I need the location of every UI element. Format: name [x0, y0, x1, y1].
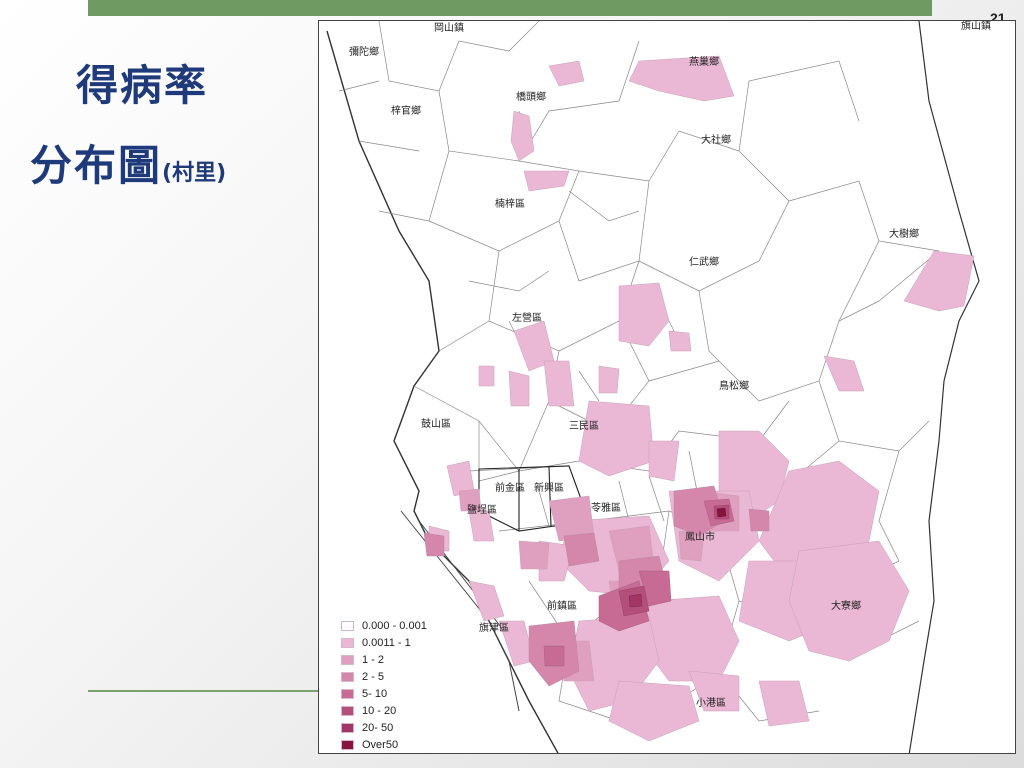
legend-swatch	[341, 637, 354, 648]
district-label: 前鎮區	[547, 599, 577, 612]
legend-label: 2 - 5	[362, 670, 385, 683]
top-accent-bar	[88, 0, 932, 16]
bottom-accent-rule	[88, 690, 328, 692]
district-label: 鹽埕區	[467, 503, 497, 516]
legend-swatch	[341, 688, 354, 699]
district-label: 彌陀鄉	[349, 45, 379, 58]
legend-item: 1 - 2	[341, 651, 427, 668]
legend-swatch	[341, 620, 354, 631]
legend-item: 0.000 - 0.001	[341, 617, 427, 634]
legend-item: 2 - 5	[341, 668, 427, 685]
title-suffix: (村里)	[162, 161, 227, 186]
district-label: 鼓山區	[421, 417, 451, 430]
district-label: 旗津區	[479, 621, 509, 634]
legend-label: 5- 10	[362, 687, 388, 700]
district-label: 楠梓區	[495, 197, 525, 210]
district-label: 新興區	[534, 481, 564, 494]
choropleth-map: 岡山鎮 旗山鎮 彌陀鄉 燕巢鄉 橋頭鄉 梓官鄉 大社鄉 楠梓區 大樹鄉 仁武鄉 …	[318, 20, 1016, 754]
legend-item: 20- 50	[341, 719, 427, 736]
district-label: 小港區	[696, 697, 726, 709]
district-label: 梓官鄉	[391, 104, 421, 117]
district-label: 大樹鄉	[889, 227, 919, 240]
title-line-2: 分布圖(村里)	[30, 132, 226, 193]
district-label: 三民區	[569, 420, 599, 432]
map-legend: 0.000 - 0.001 0.0011 - 1 1 - 2 2 - 5 5- …	[341, 617, 427, 753]
legend-swatch	[341, 722, 354, 733]
district-label: 岡山鎮	[434, 21, 464, 34]
legend-label: 0.000 - 0.001	[362, 619, 427, 632]
district-label: 左營區	[512, 311, 542, 324]
legend-item: 5- 10	[341, 685, 427, 702]
district-label: 前金區	[495, 481, 525, 494]
legend-label: 0.0011 - 1	[362, 636, 411, 649]
title-line-1: 得病率	[76, 61, 209, 110]
legend-label: 1 - 2	[362, 653, 385, 666]
district-label: 旗山鎮	[961, 21, 991, 32]
district-label: 燕巢鄉	[689, 55, 719, 68]
legend-label: Over50	[362, 738, 399, 751]
district-label: 仁武鄉	[689, 255, 719, 268]
legend-label: 20- 50	[362, 721, 394, 734]
district-label: 大社鄉	[701, 133, 731, 146]
legend-swatch	[341, 705, 354, 716]
legend-swatch	[341, 654, 354, 665]
legend-swatch	[341, 739, 354, 750]
legend-item: Over50	[341, 736, 427, 753]
legend-item: 10 - 20	[341, 702, 427, 719]
district-label: 大寮鄉	[831, 599, 861, 612]
title-line-2-main: 分布圖	[30, 141, 163, 190]
district-label: 橋頭鄉	[516, 90, 546, 103]
legend-item: 0.0011 - 1	[341, 634, 427, 651]
district-label: 鳳山市	[685, 530, 715, 543]
legend-swatch	[341, 671, 354, 682]
shade-level-7	[716, 507, 727, 518]
district-label: 苓雅區	[591, 501, 621, 514]
district-label: 鳥松鄉	[719, 379, 749, 392]
shade-level-6	[628, 593, 643, 608]
legend-label: 10 - 20	[362, 704, 397, 717]
